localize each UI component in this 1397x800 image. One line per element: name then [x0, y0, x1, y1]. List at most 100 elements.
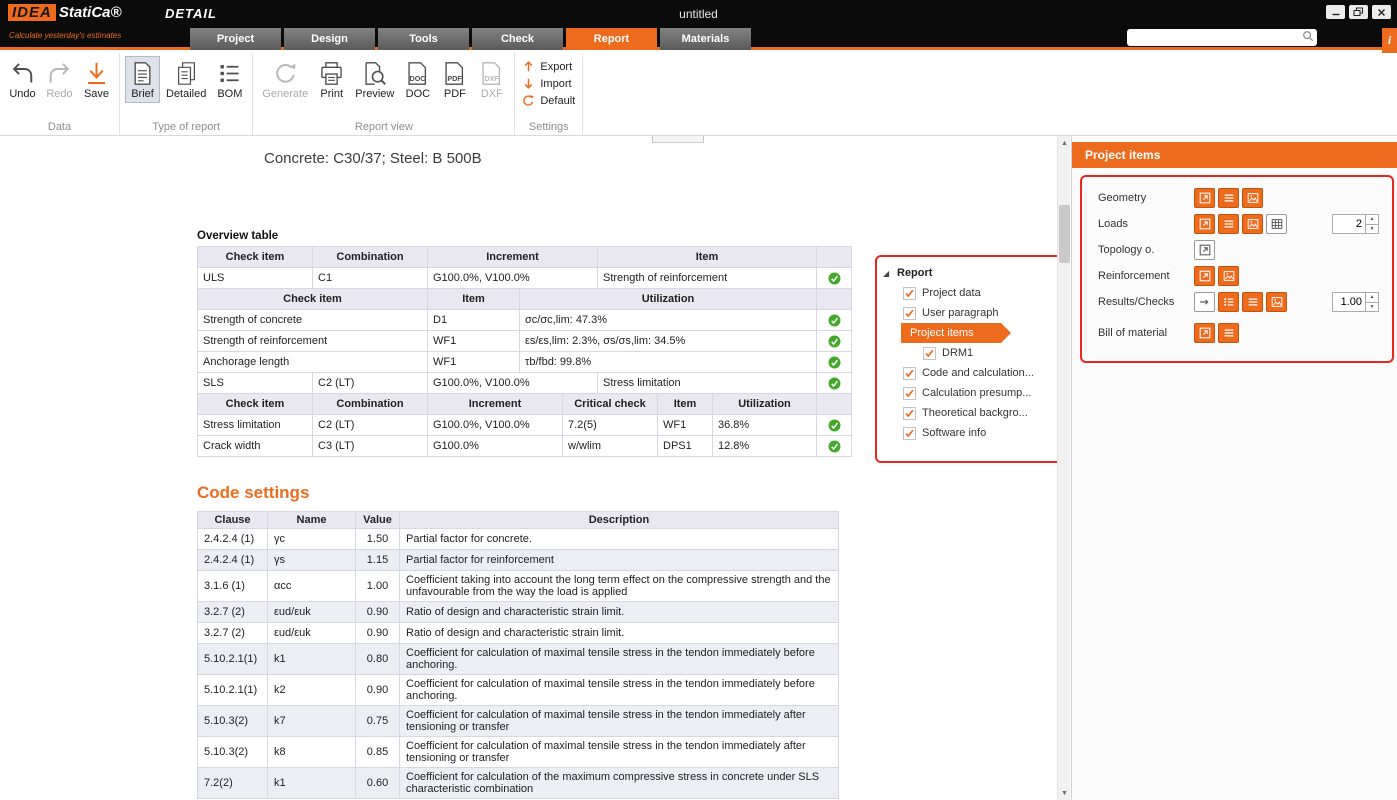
image-icon[interactable]	[1242, 188, 1263, 208]
status-cell	[817, 247, 851, 267]
spinner-down-button[interactable]: ▼	[1366, 302, 1378, 312]
tree-item-calculation-presump[interactable]: Calculation presump...	[881, 383, 1057, 403]
overview-cell: Check item	[198, 394, 313, 414]
ribbon-group-label: Type of report	[120, 121, 252, 133]
idea-statica-window: IDEAStatiCa® DETAIL Calculate yesterday'…	[0, 0, 1397, 800]
search-icon[interactable]	[1302, 29, 1314, 47]
overview-header-row: Check itemCombinationIncrementItem	[197, 247, 852, 268]
overview-cell: Strength of reinforcement	[198, 331, 428, 351]
overview-cell: SLS	[198, 373, 313, 393]
vertical-scrollbar[interactable]	[1057, 136, 1070, 800]
ribbon-button-redo[interactable]: Redo	[42, 56, 77, 103]
ribbon-button-bom[interactable]: BOM	[212, 56, 247, 103]
ribbon-button-preview[interactable]: Preview	[351, 56, 398, 103]
ribbon-button-default[interactable]: Default	[520, 93, 577, 108]
restore-button[interactable]	[1349, 5, 1368, 19]
list-icon[interactable]	[1218, 214, 1239, 234]
code-cell: Ratio of design and characteristic strai…	[400, 602, 838, 622]
image-icon[interactable]	[1242, 214, 1263, 234]
setting-row-results-checks: Results/Checks1.00▲▼	[1098, 289, 1392, 315]
checkbox-checked-icon[interactable]	[903, 367, 916, 380]
tree-item-theoretical-backgro[interactable]: Theoretical backgro...	[881, 403, 1057, 423]
code-cell: Partial factor for concrete.	[400, 529, 838, 549]
tree-item-project-items[interactable]: Project items	[881, 323, 1057, 343]
expander-icon[interactable]	[883, 269, 897, 278]
ribbon-button-undo[interactable]: Undo	[5, 56, 40, 103]
tree-item-project-data[interactable]: Project data	[881, 283, 1057, 303]
overview-cell: C2 (LT)	[313, 415, 428, 435]
tree-item-software-info[interactable]: Software info	[881, 423, 1057, 443]
ribbon-button-generate[interactable]: Generate	[258, 56, 312, 103]
line-icon[interactable]	[1194, 292, 1215, 312]
tagline: Calculate yesterday's estimates	[9, 31, 121, 40]
tab-report[interactable]: Report	[566, 28, 657, 50]
list-icon[interactable]	[1218, 323, 1239, 343]
ribbon-button-detailed[interactable]: Detailed	[162, 56, 210, 103]
ribbon-button-pdf[interactable]: PDFPDF	[437, 56, 472, 103]
view-icon[interactable]	[1194, 240, 1215, 260]
image-icon[interactable]	[1266, 292, 1287, 312]
scroll-up-button[interactable]	[1058, 136, 1071, 150]
overview-table: Check itemCombinationIncrementItemULSC1G…	[197, 246, 852, 457]
scroll-down-button[interactable]	[1058, 786, 1071, 800]
view-icon[interactable]	[1194, 214, 1215, 234]
tab-check[interactable]: Check	[472, 28, 563, 50]
checkbox-checked-icon[interactable]	[923, 347, 936, 360]
setting-row-bill-of-material: Bill of material	[1098, 320, 1392, 346]
ribbon-button-doc[interactable]: DOCDOC	[400, 56, 435, 103]
status-cell	[817, 436, 851, 456]
pass-check-icon	[828, 314, 841, 327]
pass-check-icon	[828, 419, 841, 432]
view-icon[interactable]	[1194, 266, 1215, 286]
tab-design[interactable]: Design	[284, 28, 375, 50]
minimize-button[interactable]	[1326, 5, 1345, 19]
checkbox-checked-icon[interactable]	[903, 407, 916, 420]
checkbox-checked-icon[interactable]	[903, 307, 916, 320]
info-button[interactable]: i	[1382, 28, 1397, 53]
redo-icon	[46, 60, 73, 87]
view-icon[interactable]	[1194, 188, 1215, 208]
ribbon-button-export[interactable]: Export	[520, 59, 577, 74]
code-cell: k8	[268, 737, 356, 767]
table-icon[interactable]	[1266, 214, 1287, 234]
list-detail-icon[interactable]	[1218, 292, 1239, 312]
overview-row: SLSC2 (LT)G100.0%, V100.0%Stress limitat…	[197, 373, 852, 394]
code-header-cell: Value	[356, 512, 400, 528]
code-cell: k1	[268, 644, 356, 674]
ribbon-button-dxf[interactable]: DXFDXF	[474, 56, 509, 103]
code-cell: 0.60	[356, 768, 400, 798]
tab-project[interactable]: Project	[190, 28, 281, 50]
overview-cell: Anchorage length	[198, 352, 428, 372]
tree-item-user-paragraph[interactable]: User paragraph	[881, 303, 1057, 323]
ribbon-button-import[interactable]: Import	[520, 76, 577, 91]
list-icon[interactable]	[1242, 292, 1263, 312]
scroll-thumb[interactable]	[1059, 205, 1070, 263]
overview-cell: Increment	[428, 394, 563, 414]
tree-item-drm1[interactable]: DRM1	[881, 343, 1057, 363]
view-icon[interactable]	[1194, 323, 1215, 343]
spinner-down-button[interactable]: ▼	[1366, 224, 1378, 234]
count-spinner[interactable]: 2▲▼	[1332, 214, 1379, 234]
overview-cell: WF1	[428, 352, 520, 372]
ribbon-button-brief[interactable]: Brief	[125, 56, 160, 103]
ribbon-button-save[interactable]: Save	[79, 56, 114, 103]
code-cell: 0.75	[356, 706, 400, 736]
checkbox-checked-icon[interactable]	[903, 287, 916, 300]
search-input[interactable]	[1127, 29, 1302, 46]
tree-item-code-and-calculation[interactable]: Code and calculation...	[881, 363, 1057, 383]
tab-tools[interactable]: Tools	[378, 28, 469, 50]
spinner-up-button[interactable]: ▲	[1366, 215, 1378, 224]
overview-cell: Item	[428, 289, 520, 309]
search-box	[1127, 29, 1317, 46]
count-spinner[interactable]: 1.00▲▼	[1332, 292, 1379, 312]
ribbon-button-print[interactable]: Print	[314, 56, 349, 103]
tree-item-report[interactable]: Report	[881, 263, 1057, 283]
image-icon[interactable]	[1218, 266, 1239, 286]
spinner-up-button[interactable]: ▲	[1366, 293, 1378, 302]
overview-cell: G100.0%, V100.0%	[428, 268, 598, 288]
checkbox-checked-icon[interactable]	[903, 387, 916, 400]
tab-materials[interactable]: Materials	[660, 28, 751, 50]
list-icon[interactable]	[1218, 188, 1239, 208]
checkbox-checked-icon[interactable]	[903, 427, 916, 440]
close-button[interactable]	[1372, 5, 1391, 19]
